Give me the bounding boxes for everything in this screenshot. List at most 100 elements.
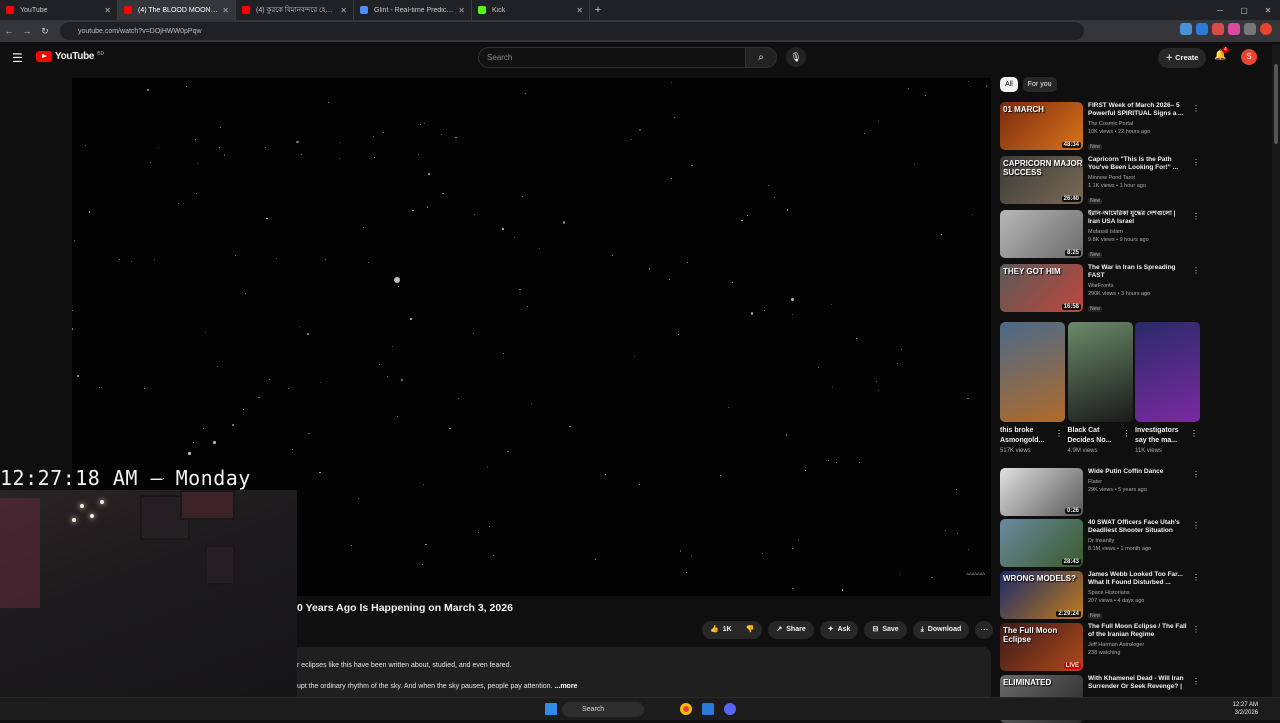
video-title[interactable]: James Webb Looked Too Far... What It Fou…	[1088, 571, 1188, 587]
more-link[interactable]: ...more	[554, 683, 577, 690]
channel-name[interactable]: Jeff Harman Astrologer	[1088, 642, 1188, 648]
extension-icon[interactable]	[1196, 23, 1208, 35]
channel-name[interactable]: The Cosmic Portal	[1088, 121, 1188, 127]
more-options-icon[interactable]: ⋮	[1190, 429, 1198, 438]
extension-icon[interactable]	[1180, 23, 1192, 35]
recommended-video[interactable]: THEY GOT HIM 16:58 The War in Iran is Spr…	[1000, 264, 1200, 312]
chip-all[interactable]: All	[1000, 77, 1018, 92]
close-tab-icon[interactable]: ✕	[576, 6, 583, 15]
browser-tab[interactable]: Glint - Real-time Prediction ✕	[354, 0, 472, 20]
short-title[interactable]: Black Cat Decides No...	[1068, 426, 1120, 446]
dislike-icon[interactable]: 👎	[746, 621, 755, 639]
channel-name[interactable]: Dr Insanity	[1088, 538, 1188, 544]
channel-name[interactable]: Mufassil Islam	[1088, 229, 1188, 235]
short-item[interactable]: Investigators say the ma... 11K views ⋮	[1135, 322, 1200, 454]
channel-name[interactable]: Space Historians	[1088, 590, 1188, 596]
save-button[interactable]: ⊟ Save	[864, 621, 907, 639]
short-item[interactable]: Black Cat Decides No... 4.9M views ⋮	[1067, 322, 1133, 454]
forward-icon[interactable]: →	[18, 26, 36, 36]
close-tab-icon[interactable]: ✕	[458, 6, 465, 15]
more-options-icon[interactable]: ⋮	[1192, 158, 1200, 167]
search-input[interactable]: Search	[478, 47, 746, 68]
like-button[interactable]: 👍 1K 👎	[702, 621, 763, 639]
video-title[interactable]: With Khamenei Dead - Will Iran Surrender…	[1088, 675, 1188, 691]
browser-tab[interactable]: YouTube ✕	[0, 0, 118, 20]
address-bar[interactable]: youtube.com/watch?v=DOjHWW0pPqw	[60, 22, 1084, 40]
recommended-video[interactable]: WRONG MODELS? 2:29:24 James Webb Looked T…	[1000, 571, 1200, 619]
channel-name[interactable]: Minnow Pond Tarot	[1088, 175, 1188, 181]
close-tab-icon[interactable]: ✕	[104, 6, 111, 15]
youtube-logo[interactable]: YouTube BD	[36, 51, 104, 62]
more-options-icon[interactable]: ⋮	[1192, 470, 1200, 479]
short-thumbnail[interactable]	[1067, 322, 1133, 422]
video-title[interactable]: Wide Putin Coffin Dance	[1088, 468, 1188, 476]
ask-button[interactable]: ✦ Ask	[819, 621, 859, 639]
taskbar-search[interactable]: Search	[562, 702, 644, 717]
close-window-icon[interactable]: ✕	[1256, 6, 1280, 15]
new-tab-button[interactable]: +	[590, 4, 606, 16]
close-tab-icon[interactable]: ✕	[340, 6, 347, 15]
scrollbar-thumb[interactable]	[1274, 64, 1278, 144]
more-options-icon[interactable]: ⋮	[1055, 429, 1063, 438]
menu-icon[interactable]: ☰	[12, 51, 26, 65]
minimize-icon[interactable]: ─	[1208, 6, 1232, 15]
share-button[interactable]: ↗ Share	[768, 621, 814, 639]
browser-tab[interactable]: (4) কুরকে বিমানবন্দরে হেলে যা ✕	[236, 0, 354, 20]
video-title[interactable]: ইরান-আমেরিকা যুদ্ধের দেশগুলো | Iran USA …	[1088, 210, 1188, 226]
video-title[interactable]: FIRST Week of March 2026– 5 Powerful SPI…	[1088, 102, 1188, 118]
recommended-video[interactable]: 8:25 ইরান-আমেরিকা যুদ্ধের দেশগুলো | Iran…	[1000, 210, 1200, 258]
chrome-icon[interactable]	[680, 703, 692, 715]
video-thumbnail[interactable]: 28:43	[1000, 519, 1083, 567]
more-options-icon[interactable]: ⋮	[1192, 104, 1200, 113]
more-options-icon[interactable]: ⋮	[1123, 429, 1131, 438]
short-title[interactable]: this broke Asmongold...	[1000, 426, 1052, 446]
more-options-icon[interactable]: ⋮	[1192, 212, 1200, 221]
close-tab-icon[interactable]: ✕	[222, 6, 229, 15]
video-title[interactable]: Capricorn "This Is the Path You've Been …	[1088, 156, 1188, 172]
search-button[interactable]: ⌕	[745, 47, 777, 68]
recommended-video[interactable]: 01 MARCH 48:34 FIRST Week of March 2026– …	[1000, 102, 1200, 150]
recommended-video[interactable]: 0:26 Wide Putin Coffin Dance Flater 29K …	[1000, 468, 1200, 516]
scrollbar[interactable]	[1272, 44, 1280, 697]
short-thumbnail[interactable]	[1135, 322, 1200, 422]
chip-for-you[interactable]: For you	[1022, 77, 1057, 92]
more-options-icon[interactable]: ⋮	[1192, 266, 1200, 275]
more-options-icon[interactable]: ⋮	[1192, 677, 1200, 686]
back-icon[interactable]: ←	[0, 26, 18, 36]
extension-icon[interactable]	[1244, 23, 1256, 35]
recommended-video[interactable]: The Full Moon Eclipse LIVE The Full Moon …	[1000, 623, 1200, 671]
video-thumbnail[interactable]: 0:26	[1000, 468, 1083, 516]
video-title[interactable]: 40 SWAT Officers Face Utah's Deadliest S…	[1088, 519, 1188, 535]
extension-icon[interactable]	[1228, 23, 1240, 35]
video-title[interactable]: The Full Moon Eclipse / The Fall of the …	[1088, 623, 1188, 639]
download-button[interactable]: ⤓ Download	[912, 621, 970, 639]
short-thumbnail[interactable]	[1000, 322, 1065, 422]
video-thumbnail[interactable]: 01 MARCH 48:34	[1000, 102, 1083, 150]
extension-icon[interactable]	[1212, 23, 1224, 35]
discord-icon[interactable]	[724, 703, 736, 715]
more-options-icon[interactable]: ⋮	[1192, 573, 1200, 582]
more-options-icon[interactable]: ⋮	[1192, 625, 1200, 634]
reload-icon[interactable]: ↻	[36, 26, 54, 37]
video-thumbnail[interactable]: 8:25	[1000, 210, 1083, 258]
more-options-icon[interactable]: ⋮	[1192, 521, 1200, 530]
video-thumbnail[interactable]: CAPRICORN MAJOR SUCCESS 26:40	[1000, 156, 1083, 204]
video-title[interactable]: The War in Iran is Spreading FAST	[1088, 264, 1188, 280]
windows-start-icon[interactable]	[545, 703, 557, 715]
short-item[interactable]: this broke Asmongold... 517K views ⋮	[1000, 322, 1065, 454]
video-thumbnail[interactable]: THEY GOT HIM 16:58	[1000, 264, 1083, 312]
avatar[interactable]: S	[1241, 49, 1257, 65]
recommended-video[interactable]: CAPRICORN MAJOR SUCCESS 26:40 Capricorn "…	[1000, 156, 1200, 204]
maximize-icon[interactable]: ▢	[1232, 6, 1256, 15]
browser-tab-active[interactable]: (4) The BLOOD MOON Pro ✕	[118, 0, 236, 20]
more-actions-icon[interactable]: ⋯	[975, 621, 994, 639]
channel-name[interactable]: Flater	[1088, 479, 1188, 485]
voice-search-icon[interactable]: 🎙	[786, 47, 806, 67]
video-thumbnail[interactable]: The Full Moon Eclipse LIVE	[1000, 623, 1083, 671]
app-icon[interactable]	[702, 703, 714, 715]
channel-name[interactable]: WarFronts	[1088, 283, 1188, 289]
create-button[interactable]: ＋ Create	[1158, 48, 1206, 68]
profile-icon[interactable]	[1260, 23, 1272, 35]
browser-tab[interactable]: Kick ✕	[472, 0, 590, 20]
video-thumbnail[interactable]: WRONG MODELS? 2:29:24	[1000, 571, 1083, 619]
